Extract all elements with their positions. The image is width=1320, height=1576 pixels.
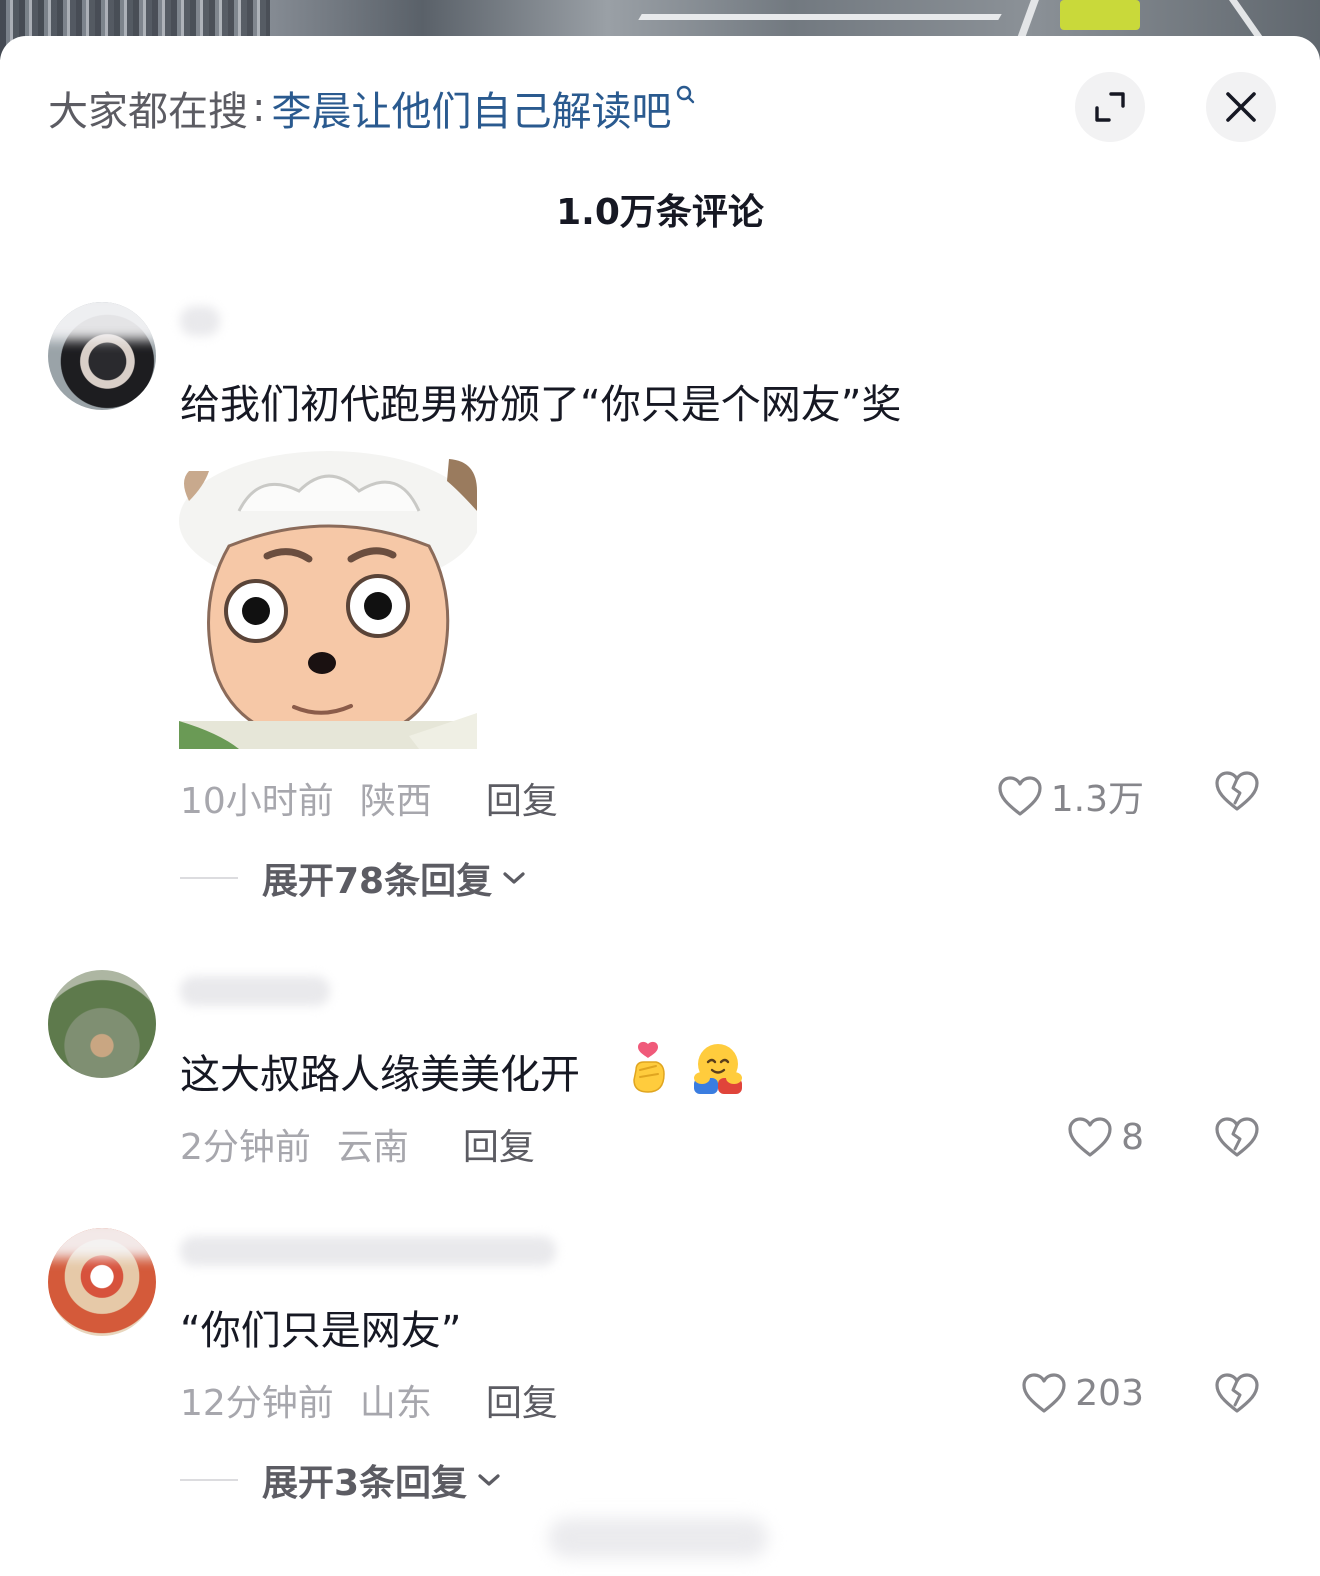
sheep-sticker[interactable] [179,451,477,749]
close-icon [1226,92,1256,122]
broken-heart-icon [1215,1373,1259,1413]
avatar[interactable] [48,302,156,410]
like-count: 1.3万 [1050,779,1144,820]
username-blurred[interactable] [180,1236,556,1266]
like-button[interactable]: 8 [1067,1116,1144,1158]
search-suggestion-term[interactable]: 李晨让他们自己解读吧 [271,79,671,137]
avatar-blur [48,302,156,340]
video-vehicle [1060,0,1140,30]
comment-time: 2分钟前 [180,1127,311,1168]
close-button[interactable] [1206,72,1276,142]
heart-outline-icon [1022,1373,1066,1413]
expand-icon [1095,92,1125,122]
expand-replies-label: 展开78条回复 [262,861,493,902]
search-suggestion-separator: : [252,85,266,131]
divider-line [180,1479,238,1481]
expand-button[interactable] [1075,72,1145,142]
comment-text: 这大叔路人缘美美化开 [180,1052,580,1098]
hugging-face-emoji [694,1044,742,1094]
comment-time: 12分钟前 [180,1383,334,1424]
reply-button[interactable]: 回复 [463,1118,535,1170]
heart-outline-icon [1068,1117,1112,1157]
reply-button[interactable]: 回复 [486,1374,558,1426]
search-suggestion-prefix: 大家都在搜 [48,89,248,135]
broken-heart-icon [1215,771,1259,811]
divider-line [180,877,238,879]
comment-time: 10小时前 [180,781,334,822]
video-lane-mark [638,14,1002,20]
avatar-blur [48,1228,156,1258]
expand-replies-button[interactable]: 展开78条回复 [180,852,526,904]
comment-location: 陕西 [359,781,432,822]
expand-replies-button[interactable]: 展开3条回复 [180,1454,501,1506]
comment-meta: 10小时前 陕西 回复 [180,772,558,824]
search-suggestion[interactable]: 大家都在搜 : 李晨让他们自己解读吧 [48,84,695,135]
like-button[interactable]: 1.3万 [997,770,1144,822]
chevron-down-icon [503,872,525,884]
dislike-button[interactable] [1214,1116,1260,1162]
dislike-button[interactable] [1214,1372,1260,1418]
chevron-down-icon [478,1474,500,1486]
comment-text: “你们只是网友” [180,1308,462,1354]
broken-heart-icon [1215,1117,1259,1157]
watermark-blurred [548,1518,768,1558]
finger-heart-emoji [633,1041,665,1093]
reply-button[interactable]: 回复 [486,772,558,824]
heart-outline-icon [998,776,1042,816]
expand-replies-label: 展开3条回复 [262,1463,468,1504]
like-count: 8 [1121,1116,1144,1158]
username-blurred[interactable] [180,976,330,1006]
comment-text: 给我们初代跑男粉颁了“你只是个网友”奖 [180,382,902,428]
comment-location: 云南 [336,1127,409,1168]
avatar[interactable] [48,1228,156,1336]
comment-location: 山东 [359,1383,432,1424]
sheep-face-image [179,451,477,749]
dislike-button[interactable] [1214,770,1260,816]
comment-meta: 2分钟前 云南 回复 [180,1118,535,1170]
comment-meta: 12分钟前 山东 回复 [180,1374,558,1426]
like-count: 203 [1075,1372,1144,1414]
comment-count-title: 1.0万条评论 [556,192,764,233]
avatar[interactable] [48,970,156,1078]
like-button[interactable]: 203 [1021,1372,1144,1414]
search-icon [677,85,695,104]
username-blurred[interactable] [180,306,220,336]
